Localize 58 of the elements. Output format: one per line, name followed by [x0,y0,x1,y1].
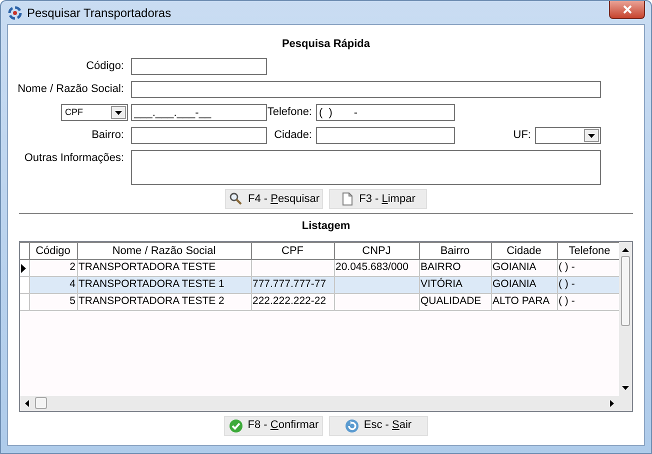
input-field[interactable] [131,81,601,98]
table-cell: GOIANIA [491,276,557,294]
scroll-down-icon [622,386,630,390]
field-label: Bairro: [90,128,125,144]
scroll-thumb[interactable] [621,256,630,326]
column-header[interactable]: CPF [251,242,334,260]
field-label: Telefone: [267,105,313,120]
column-header[interactable]: Código [29,242,77,260]
text-area[interactable] [131,150,601,185]
close-button[interactable] [609,1,645,19]
scroll-left-icon [25,400,29,406]
field-label: UF: [512,128,532,144]
dropdown-value: CPF [65,106,83,119]
confirm-button[interactable]: F8 - Confirmar [224,416,324,436]
table-cell: VITÓRIA [419,276,491,294]
search-button[interactable]: F4 - Pesquisar [225,189,324,209]
check-icon [228,418,243,432]
table-cell: 222.222.222-22 [251,294,334,310]
caret-icon [588,134,595,138]
dropdown[interactable] [535,127,601,144]
horizontal-scrollbar[interactable] [20,396,632,410]
section-heading: Listagem [300,219,352,234]
field-label: Nome / Razão Social: [16,82,125,98]
close-icon [622,5,632,14]
table-cell: TRANSPORTADORA TESTE 1 [77,276,251,294]
field-label: Outras Informações: [23,151,125,166]
table-cell: 777.777.777-77 [251,276,334,294]
table-cell: ( ) - [557,276,620,294]
vertical-scrollbar[interactable] [619,242,632,396]
column-header[interactable]: Bairro [419,242,491,260]
window-title: Pesquisar Transportadoras [27,4,172,22]
input-field[interactable]: ( ) - [316,104,455,121]
column-header[interactable]: CNPJ [334,242,419,260]
table-cell: TRANSPORTADORA TESTE 2 [77,294,251,310]
field-label: Cidade: [273,128,313,144]
input-field[interactable]: ___.___.___-__ [131,104,267,121]
section-heading: Pesquisa Rápida [280,37,372,52]
column-header[interactable]: Nome / Razão Social [77,242,251,260]
scroll-right-icon [610,400,614,406]
document-icon [340,192,354,206]
table-cell: ALTO PARA [491,294,557,310]
dropdown[interactable]: CPF [61,104,128,121]
scroll-thumb[interactable] [35,397,47,409]
magnifier-icon [228,192,243,206]
column-header[interactable]: Telefone [557,242,620,260]
table-cell: 5 [29,294,77,310]
app-icon [8,6,22,20]
input-field[interactable] [131,58,267,75]
field-label: Código: [85,59,125,74]
table-cell: QUALIDADE [419,294,491,310]
clear-button[interactable]: F3 - Limpar [328,189,427,209]
table-cell: 4 [29,276,77,294]
column-header[interactable]: Cidade [491,242,557,260]
scroll-up-icon [622,248,630,252]
input-field[interactable] [131,127,267,144]
caret-icon [115,110,122,114]
input-field[interactable] [316,127,455,144]
exit-button[interactable]: Esc - Sair [328,416,428,436]
